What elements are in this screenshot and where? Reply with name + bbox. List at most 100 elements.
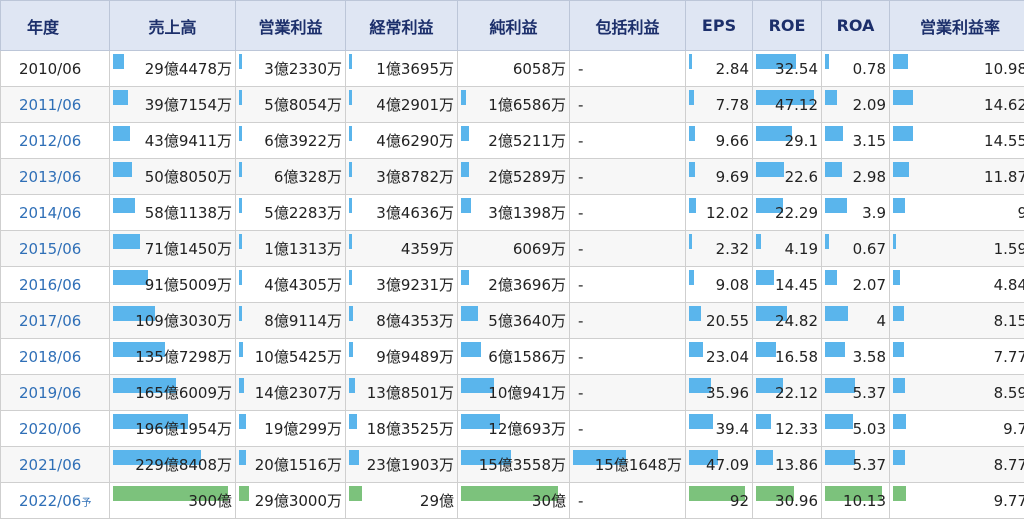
year-link[interactable]: 2011/06 bbox=[19, 96, 81, 114]
value-bar bbox=[756, 342, 776, 357]
year-cell[interactable]: 2020/06 bbox=[1, 411, 110, 447]
year-link[interactable]: 2021/06 bbox=[19, 456, 81, 474]
cell-value: 92 bbox=[730, 492, 749, 510]
ordinary-profit-cell: 3億8782万 bbox=[346, 159, 458, 195]
value-bar bbox=[349, 234, 352, 249]
year-cell[interactable]: 2012/06 bbox=[1, 123, 110, 159]
comprehensive-income-cell: - bbox=[570, 51, 686, 87]
value-bar bbox=[461, 270, 469, 285]
value-bar bbox=[689, 54, 692, 69]
cell-value: 14.45 bbox=[775, 276, 818, 294]
header-year: 年度 bbox=[1, 1, 110, 51]
value-bar bbox=[825, 90, 837, 105]
year-cell[interactable]: 2016/06 bbox=[1, 267, 110, 303]
value-bar bbox=[239, 486, 249, 501]
year-cell[interactable]: 2019/06 bbox=[1, 375, 110, 411]
header-roe: ROE bbox=[753, 1, 822, 51]
cell-value: 11.87 bbox=[984, 168, 1024, 186]
value-bar bbox=[349, 54, 352, 69]
year-cell[interactable]: 2021/06 bbox=[1, 447, 110, 483]
operating-profit-cell: 6億3922万 bbox=[236, 123, 346, 159]
eps-cell: 23.04 bbox=[686, 339, 753, 375]
value-bar bbox=[349, 126, 352, 141]
value-bar bbox=[756, 414, 771, 429]
year-cell[interactable]: 2018/06 bbox=[1, 339, 110, 375]
table-row: 2018/06135億7298万10億5425万9億9489万6億1586万-2… bbox=[1, 339, 1024, 375]
cell-value: 2.32 bbox=[716, 240, 749, 258]
cell-value: - bbox=[578, 96, 583, 114]
year-cell[interactable]: 2014/06 bbox=[1, 195, 110, 231]
cell-value: 20.55 bbox=[706, 312, 749, 330]
year-link[interactable]: 2016/06 bbox=[19, 276, 81, 294]
financial-table: 年度 売上高 営業利益 経常利益 純利益 包括利益 EPS ROE ROA 営業… bbox=[0, 0, 1024, 519]
cell-value: 4.19 bbox=[785, 240, 818, 258]
cell-value: 4.84 bbox=[994, 276, 1024, 294]
year-link[interactable]: 2013/06 bbox=[19, 168, 81, 186]
header-sales: 売上高 bbox=[110, 1, 236, 51]
value-bar bbox=[893, 270, 900, 285]
cell-value: 6069万 bbox=[513, 240, 566, 258]
value-bar bbox=[756, 162, 784, 177]
year-cell[interactable]: 2013/06 bbox=[1, 159, 110, 195]
cell-value: 10億5425万 bbox=[255, 348, 342, 366]
value-bar bbox=[756, 450, 773, 465]
value-bar bbox=[689, 90, 694, 105]
cell-value: 22.12 bbox=[775, 384, 818, 402]
year-link[interactable]: 2020/06 bbox=[19, 420, 81, 438]
value-bar bbox=[689, 162, 695, 177]
cell-value: 39.4 bbox=[716, 420, 749, 438]
table-row: 2014/0658億1138万5億2283万3億4636万3億1398万-12.… bbox=[1, 195, 1024, 231]
year-link[interactable]: 2019/06 bbox=[19, 384, 81, 402]
year-link[interactable]: 2017/06 bbox=[19, 312, 81, 330]
year-link[interactable]: 2015/06 bbox=[19, 240, 81, 258]
year-link[interactable]: 2012/06 bbox=[19, 132, 81, 150]
header-row: 年度 売上高 営業利益 経常利益 純利益 包括利益 EPS ROE ROA 営業… bbox=[1, 1, 1024, 51]
sales-cell: 29億4478万 bbox=[110, 51, 236, 87]
roa-cell: 5.37 bbox=[822, 375, 890, 411]
comprehensive-income-cell: - bbox=[570, 159, 686, 195]
cell-value: 8億4353万 bbox=[376, 312, 454, 330]
year-cell[interactable]: 2011/06 bbox=[1, 87, 110, 123]
value-bar bbox=[239, 162, 242, 177]
value-bar bbox=[239, 198, 242, 213]
value-bar bbox=[893, 54, 908, 69]
operating-profit-cell: 10億5425万 bbox=[236, 339, 346, 375]
cell-value: 29億3000万 bbox=[255, 492, 342, 510]
value-bar bbox=[893, 306, 904, 321]
roa-cell: 0.67 bbox=[822, 231, 890, 267]
value-bar bbox=[239, 378, 244, 393]
cell-value: 47.09 bbox=[706, 456, 749, 474]
ordinary-profit-cell: 9億9489万 bbox=[346, 339, 458, 375]
value-bar bbox=[113, 234, 140, 249]
cell-value: - bbox=[578, 240, 583, 258]
table-body: 2010/0629億4478万3億2330万1億3695万6058万-2.843… bbox=[1, 51, 1024, 519]
year-link[interactable]: 2014/06 bbox=[19, 204, 81, 222]
operating-margin-cell: 8.15 bbox=[890, 303, 1024, 339]
year-link[interactable]: 2018/06 bbox=[19, 348, 81, 366]
cell-value: 1億1313万 bbox=[264, 240, 342, 258]
ordinary-profit-cell: 29億 bbox=[346, 483, 458, 519]
cell-value: 30億 bbox=[532, 492, 566, 510]
year-link[interactable]: 2022/06 bbox=[19, 492, 81, 510]
eps-cell: 92 bbox=[686, 483, 753, 519]
ordinary-profit-cell: 4億6290万 bbox=[346, 123, 458, 159]
net-profit-cell: 3億1398万 bbox=[458, 195, 570, 231]
year-cell[interactable]: 2022/06予 bbox=[1, 483, 110, 519]
operating-profit-cell: 29億3000万 bbox=[236, 483, 346, 519]
value-bar bbox=[239, 342, 243, 357]
year-cell[interactable]: 2017/06 bbox=[1, 303, 110, 339]
cell-value: 12億693万 bbox=[488, 420, 566, 438]
year-cell[interactable]: 2015/06 bbox=[1, 231, 110, 267]
roe-cell: 22.6 bbox=[753, 159, 822, 195]
cell-value: 58億1138万 bbox=[145, 204, 232, 222]
sales-cell: 71億1450万 bbox=[110, 231, 236, 267]
value-bar bbox=[893, 198, 905, 213]
value-bar bbox=[893, 126, 913, 141]
cell-value: 5億3640万 bbox=[488, 312, 566, 330]
sales-cell: 58億1138万 bbox=[110, 195, 236, 231]
value-bar bbox=[349, 342, 353, 357]
cell-value: 3.58 bbox=[853, 348, 886, 366]
value-bar bbox=[689, 414, 713, 429]
roe-cell: 16.58 bbox=[753, 339, 822, 375]
value-bar bbox=[349, 450, 359, 465]
